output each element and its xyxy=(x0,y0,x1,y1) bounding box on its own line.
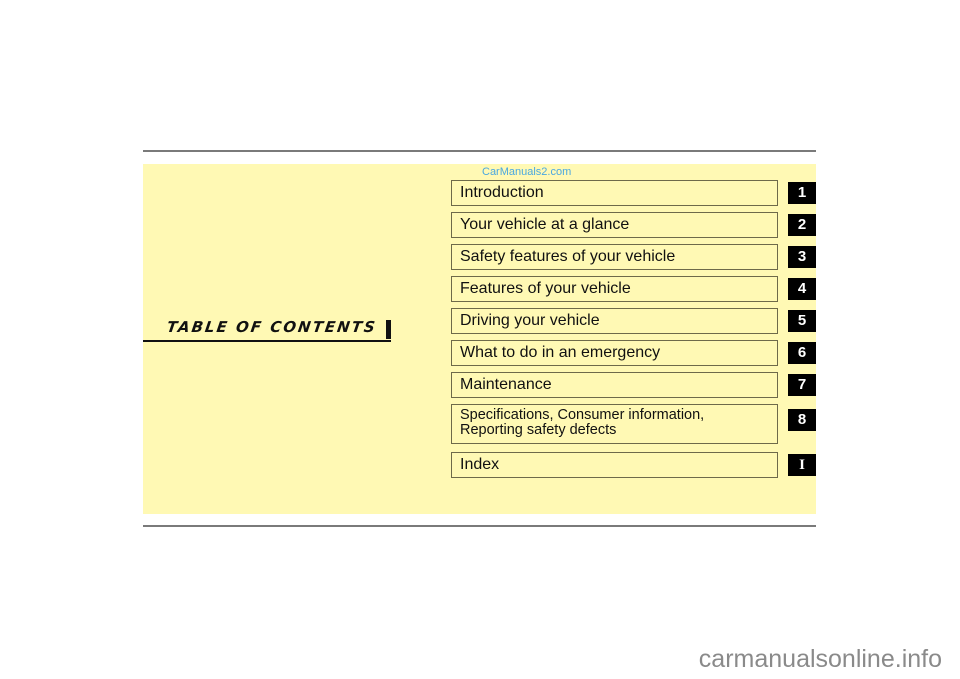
toc-entry-label: What to do in an emergency xyxy=(460,344,661,361)
toc-entry[interactable]: Specifications, Consumer information, Re… xyxy=(451,404,778,444)
chapter-number-badge[interactable]: 3 xyxy=(788,246,816,268)
toc-entry-label: Driving your vehicle xyxy=(460,312,600,329)
heading-underline xyxy=(143,340,391,342)
toc-entry-label: Features of your vehicle xyxy=(460,280,631,297)
chapter-number-badge[interactable]: 1 xyxy=(788,182,816,204)
toc-entry[interactable]: Driving your vehicle xyxy=(451,308,778,334)
chapter-number-badge[interactable]: 4 xyxy=(788,278,816,300)
toc-entry-label: Specifications, Consumer information, Re… xyxy=(460,407,705,438)
toc-heading-text: TABLE OF CONTENTS xyxy=(165,318,379,336)
chapter-number-badge[interactable]: I xyxy=(788,454,816,476)
toc-entry[interactable]: Features of your vehicle xyxy=(451,276,778,302)
toc-heading: TABLE OF CONTENTS xyxy=(143,316,391,342)
toc-entry[interactable]: Introduction xyxy=(451,180,778,206)
chapter-number-badge[interactable]: 5 xyxy=(788,310,816,332)
heading-bar-marker xyxy=(386,320,391,339)
toc-entry[interactable]: Your vehicle at a glance xyxy=(451,212,778,238)
chapter-number-badge[interactable]: 2 xyxy=(788,214,816,236)
watermark-link[interactable]: CarManuals2.com xyxy=(482,166,571,178)
chapter-number-badge[interactable]: 8 xyxy=(788,409,816,431)
top-rule xyxy=(143,150,816,152)
toc-entry[interactable]: Maintenance xyxy=(451,372,778,398)
toc-entry-label: Maintenance xyxy=(460,376,552,393)
toc-entry[interactable]: Safety features of your vehicle xyxy=(451,244,778,270)
toc-entry-label: Index xyxy=(460,456,500,473)
toc-entry[interactable]: Index xyxy=(451,452,778,478)
toc-entry-label: Safety features of your vehicle xyxy=(460,248,676,265)
bottom-rule xyxy=(143,525,816,527)
chapter-number-badge[interactable]: 7 xyxy=(788,374,816,396)
toc-entry-label: Your vehicle at a glance xyxy=(460,216,630,233)
toc-entry[interactable]: What to do in an emergency xyxy=(451,340,778,366)
site-watermark: carmanualsonline.info xyxy=(698,645,942,673)
toc-entry-label: Introduction xyxy=(460,184,544,201)
chapter-number-badge[interactable]: 6 xyxy=(788,342,816,364)
